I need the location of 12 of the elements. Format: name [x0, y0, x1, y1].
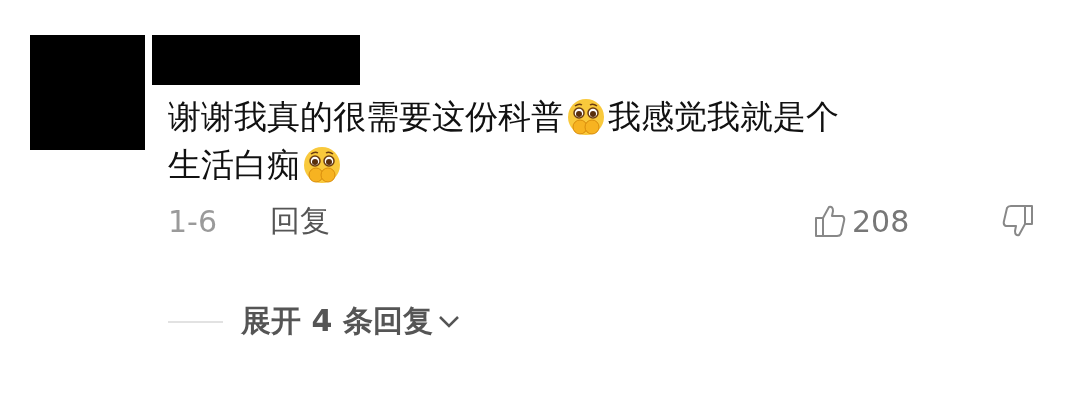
pleading-face-icon — [566, 97, 606, 137]
like-count: 208 — [852, 203, 911, 239]
reply-link[interactable]: 回复 — [270, 200, 330, 242]
comment-text: 生活白痴 — [168, 143, 300, 186]
expand-replies-button[interactable]: 展开 4 条回复 — [241, 301, 461, 342]
thumbs-down-icon[interactable] — [1002, 204, 1034, 238]
pleading-face-icon — [302, 145, 342, 185]
thumbs-up-icon[interactable] — [814, 204, 846, 238]
chevron-down-icon — [436, 313, 461, 330]
comment-text: 谢谢我真的很需要这份科普 — [168, 95, 564, 138]
comment-date: 1-6 — [168, 203, 218, 239]
comment-text: 我感觉我就是个 — [608, 95, 839, 138]
